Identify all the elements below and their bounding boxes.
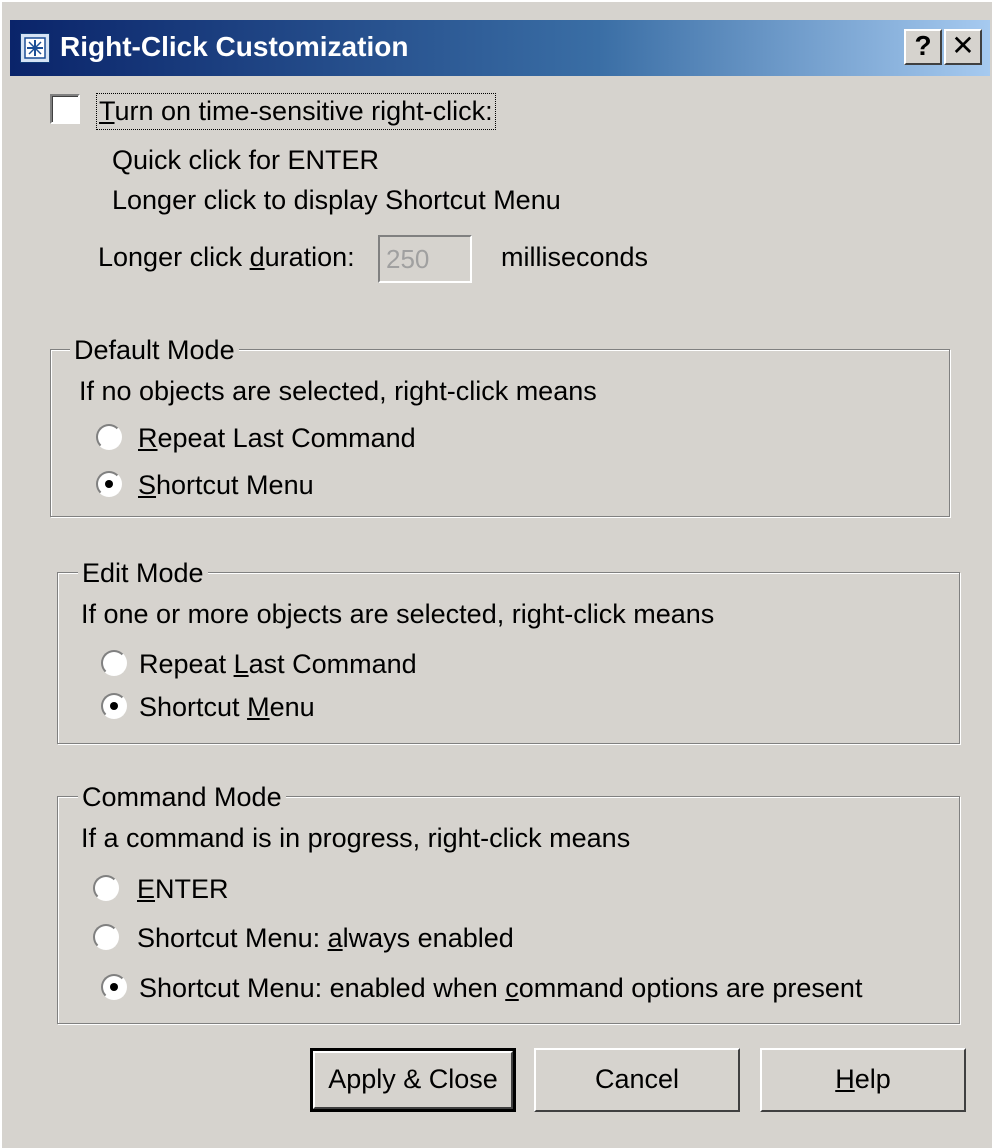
default-mode-group: Default Mode If no objects are selected,… [50,335,950,517]
edit-mode-group: Edit Mode If one or more objects are sel… [57,558,960,744]
time-sensitive-label[interactable]: Turn on time-sensitive right-click: [96,93,496,130]
help-button[interactable]: Help [760,1048,966,1112]
edit-mode-legend: Edit Mode [78,558,208,589]
edit-mode-description: If one or more objects are selected, rig… [81,599,715,629]
command-enter-label[interactable]: ENTER [137,874,229,905]
time-sensitive-checkbox[interactable] [50,94,80,124]
cancel-button[interactable]: Cancel [534,1048,740,1112]
command-mode-legend: Command Mode [78,782,286,813]
apply-close-button[interactable]: Apply & Close [310,1048,516,1112]
title-bar[interactable]: Right-Click Customization ? ✕ [10,20,990,76]
duration-label: Longer click duration: [98,242,355,272]
longer-click-text: Longer click to display Shortcut Menu [112,185,561,215]
default-shortcut-radio[interactable] [96,471,122,497]
quick-click-text: Quick click for ENTER [112,145,380,175]
command-enter-radio[interactable] [93,875,119,901]
default-repeat-label[interactable]: Repeat Last Command [138,423,416,454]
close-icon[interactable]: ✕ [944,29,982,65]
help-icon[interactable]: ? [904,29,942,65]
default-repeat-radio[interactable] [96,424,122,450]
edit-shortcut-radio[interactable] [101,693,127,719]
window-title: Right-Click Customization [60,31,409,62]
command-mode-group: Command Mode If a command is in progress… [57,782,960,1024]
command-options-radio[interactable] [101,974,127,1000]
default-shortcut-label[interactable]: Shortcut Menu [138,470,314,501]
duration-unit: milliseconds [501,242,649,272]
edit-repeat-label[interactable]: Repeat Last Command [139,649,417,680]
default-mode-description: If no objects are selected, right-click … [79,376,597,406]
app-icon [20,33,50,63]
help-label: Help [835,1064,891,1094]
command-always-label[interactable]: Shortcut Menu: always enabled [137,923,514,954]
edit-shortcut-label[interactable]: Shortcut Menu [139,692,315,723]
command-always-radio[interactable] [93,924,119,950]
command-options-label[interactable]: Shortcut Menu: enabled when command opti… [139,973,862,1004]
duration-input[interactable] [378,235,472,283]
edit-repeat-radio[interactable] [101,650,127,676]
cancel-label: Cancel [594,1064,680,1094]
apply-close-label: Apply & Close [328,1064,498,1094]
right-click-customization-dialog: Right-Click Customization ? ✕ Turn on ti… [0,0,992,1148]
command-mode-description: If a command is in progress, right-click… [81,823,631,853]
default-mode-legend: Default Mode [70,335,239,366]
